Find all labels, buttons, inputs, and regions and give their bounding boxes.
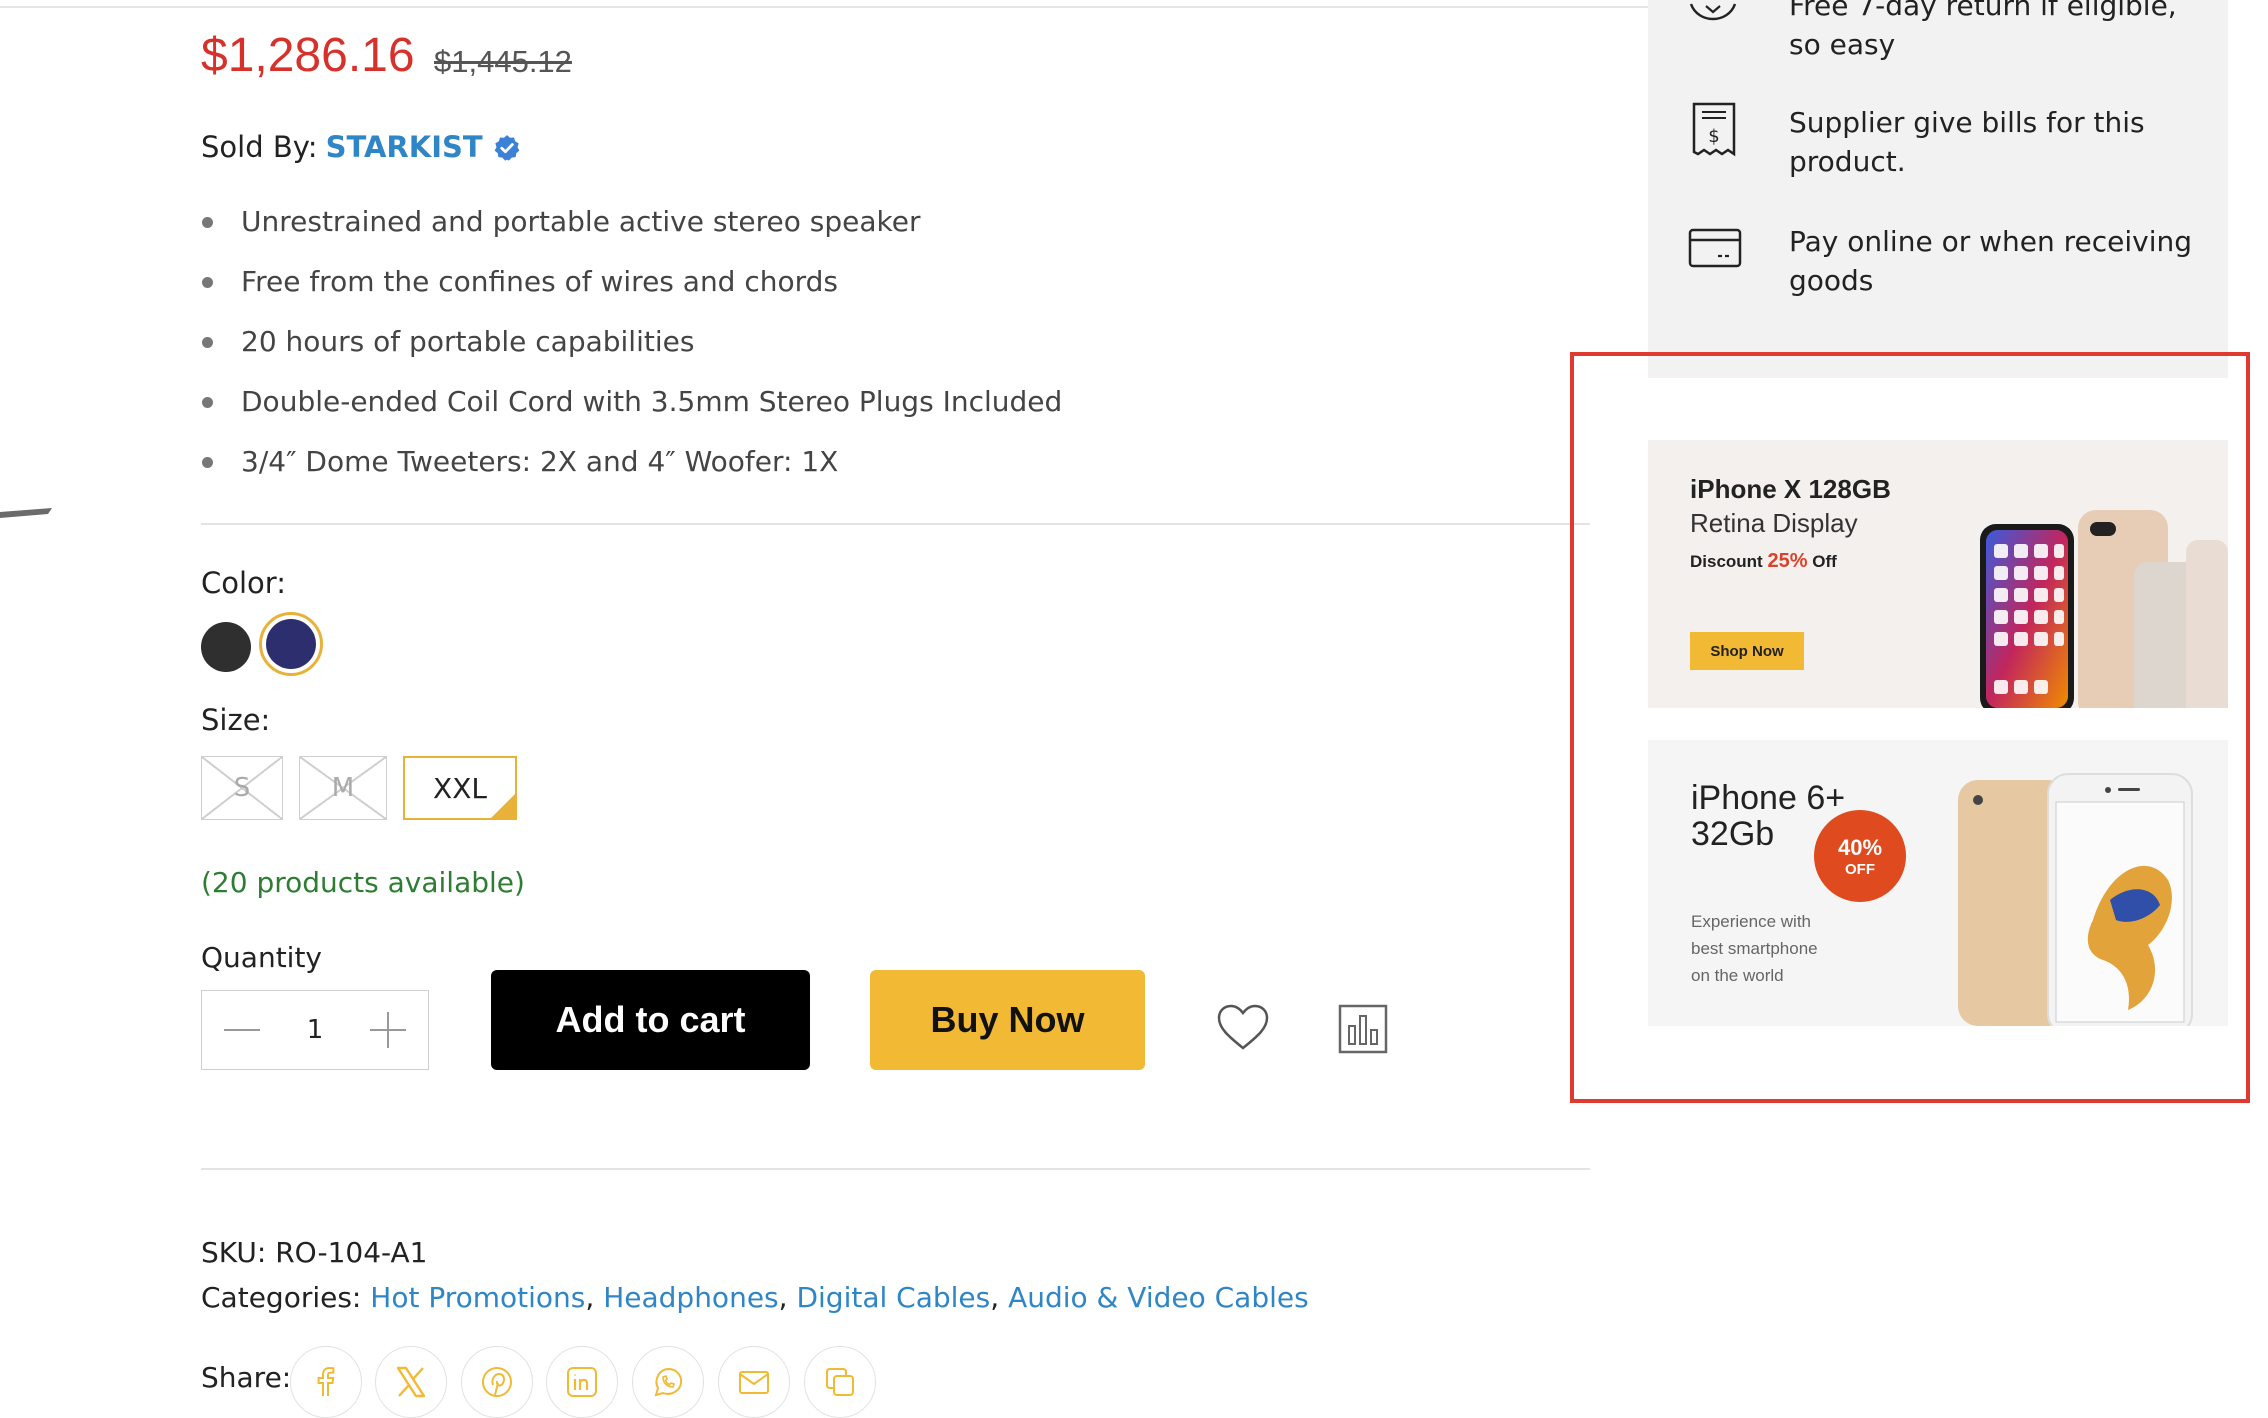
vendor-link[interactable]: STARKIST bbox=[326, 130, 483, 164]
sold-by-label: Sold By: bbox=[201, 130, 318, 164]
add-to-cart-button[interactable]: Add to cart bbox=[491, 970, 810, 1070]
verified-badge-icon bbox=[494, 135, 520, 161]
share-whatsapp-button[interactable] bbox=[632, 1346, 704, 1418]
share-linkedin-button[interactable] bbox=[546, 1346, 618, 1418]
categories-line: Categories: Hot Promotions, Headphones, … bbox=[201, 1281, 1309, 1314]
category-link[interactable]: Audio & Video Cables bbox=[1008, 1281, 1309, 1314]
share-pinterest-button[interactable] bbox=[461, 1346, 533, 1418]
highlight-box bbox=[1570, 352, 2250, 1103]
credit-card-icon bbox=[1688, 228, 1742, 268]
copy-icon bbox=[826, 1368, 854, 1396]
feature-item: 3/4″ Dome Tweeters: 2X and 4″ Woofer: 1X bbox=[201, 440, 1062, 500]
linkedin-icon bbox=[567, 1367, 597, 1397]
quantity-input[interactable]: 1 bbox=[307, 1015, 324, 1045]
sold-by: Sold By: STARKIST bbox=[201, 130, 521, 164]
category-link[interactable]: Headphones bbox=[603, 1281, 778, 1314]
payment-options-line: Pay online or when receiving bbox=[1789, 225, 2193, 258]
feature-item: Double-ended Coil Cord with 3.5mm Stereo… bbox=[201, 380, 1062, 440]
sku-label: SKU: bbox=[201, 1236, 267, 1269]
facebook-icon bbox=[317, 1366, 335, 1396]
sku-line: SKU: RO-104-A1 bbox=[201, 1236, 428, 1269]
product-image-edge bbox=[0, 508, 52, 518]
old-price: $1,445.12 bbox=[434, 44, 572, 79]
color-swatch-navy-fill bbox=[266, 619, 316, 669]
size-option-xxl-selected[interactable]: XXL bbox=[403, 756, 517, 820]
sku-value: RO-104-A1 bbox=[275, 1236, 428, 1269]
buy-now-button[interactable]: Buy Now bbox=[870, 970, 1145, 1070]
payment-options-text: Pay online or when receiving goods bbox=[1789, 222, 2192, 300]
category-link[interactable]: Hot Promotions bbox=[370, 1281, 585, 1314]
supplier-bills-line: product. bbox=[1789, 145, 1906, 178]
share-label: Share: bbox=[201, 1361, 292, 1394]
copy-link-button[interactable] bbox=[804, 1346, 876, 1418]
selected-corner-icon bbox=[491, 794, 515, 818]
color-label: Color: bbox=[201, 566, 286, 600]
mail-icon bbox=[739, 1371, 769, 1394]
color-swatch-navy-selected[interactable] bbox=[259, 612, 323, 676]
size-option-label: S bbox=[233, 773, 251, 803]
supplier-bills-text: Supplier give bills for this product. bbox=[1789, 103, 2145, 181]
payment-options-line: goods bbox=[1789, 264, 1874, 297]
feature-item: Unrestrained and portable active stereo … bbox=[201, 200, 1062, 260]
feature-item: Free from the confines of wires and chor… bbox=[201, 260, 1062, 320]
return-box-icon bbox=[1689, 3, 1737, 21]
share-facebook-button[interactable] bbox=[290, 1346, 362, 1418]
categories-label: Categories: bbox=[201, 1281, 362, 1314]
size-label: Size: bbox=[201, 703, 271, 737]
minus-icon[interactable] bbox=[222, 1010, 262, 1050]
compare-chart-icon[interactable] bbox=[1338, 1004, 1388, 1054]
x-twitter-icon bbox=[396, 1366, 426, 1398]
supplier-bills-line: Supplier give bills for this bbox=[1789, 106, 2145, 139]
share-x-button[interactable] bbox=[375, 1346, 447, 1418]
color-swatch-black[interactable] bbox=[201, 622, 251, 672]
share-email-button[interactable] bbox=[718, 1346, 790, 1418]
size-option-m[interactable]: M bbox=[299, 756, 387, 820]
quantity-label: Quantity bbox=[201, 941, 322, 974]
svg-text:$: $ bbox=[1708, 126, 1719, 147]
stock-availability: (20 products available) bbox=[201, 866, 525, 899]
top-divider bbox=[0, 6, 1650, 8]
whatsapp-icon bbox=[654, 1367, 683, 1397]
size-option-label: XXL bbox=[433, 771, 487, 805]
divider bbox=[201, 1168, 1590, 1170]
divider bbox=[201, 523, 1590, 525]
size-option-label: M bbox=[331, 773, 355, 803]
quantity-stepper: 1 bbox=[201, 990, 429, 1070]
category-link[interactable]: Digital Cables bbox=[796, 1281, 990, 1314]
feature-list: Unrestrained and portable active stereo … bbox=[201, 200, 1062, 500]
receipt-icon: $ bbox=[1692, 102, 1736, 157]
wishlist-heart-icon[interactable] bbox=[1216, 1004, 1270, 1052]
size-option-s[interactable]: S bbox=[201, 756, 283, 820]
feature-item: 20 hours of portable capabilities bbox=[201, 320, 1062, 380]
current-price: $1,286.16 bbox=[201, 29, 415, 82]
return-policy-line: Free 7-day return if eligible, bbox=[1789, 0, 2177, 22]
plus-icon[interactable] bbox=[368, 1010, 408, 1050]
return-policy-text: Free 7-day return if eligible, so easy bbox=[1789, 0, 2177, 64]
return-policy-line: so easy bbox=[1789, 28, 1896, 61]
pinterest-icon bbox=[482, 1367, 512, 1397]
